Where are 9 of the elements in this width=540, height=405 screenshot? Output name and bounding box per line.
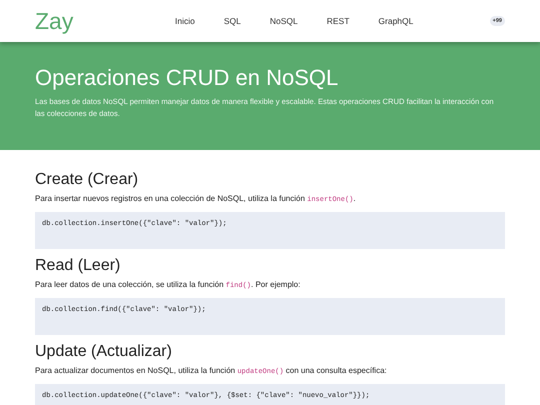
nav-link[interactable]: Inicio bbox=[175, 16, 195, 26]
section-heading: Update (Actualizar) bbox=[35, 342, 173, 362]
nav-link[interactable]: NoSQL bbox=[270, 16, 298, 26]
nav-link[interactable]: GraphQL bbox=[378, 16, 414, 26]
page-title: Operaciones CRUD en NoSQL bbox=[35, 64, 340, 92]
nav-link[interactable]: REST bbox=[326, 16, 350, 26]
nav-link[interactable]: SQL bbox=[224, 16, 241, 26]
section-heading: Create (Crear) bbox=[35, 170, 140, 190]
section-heading: Read (Leer) bbox=[35, 256, 122, 276]
